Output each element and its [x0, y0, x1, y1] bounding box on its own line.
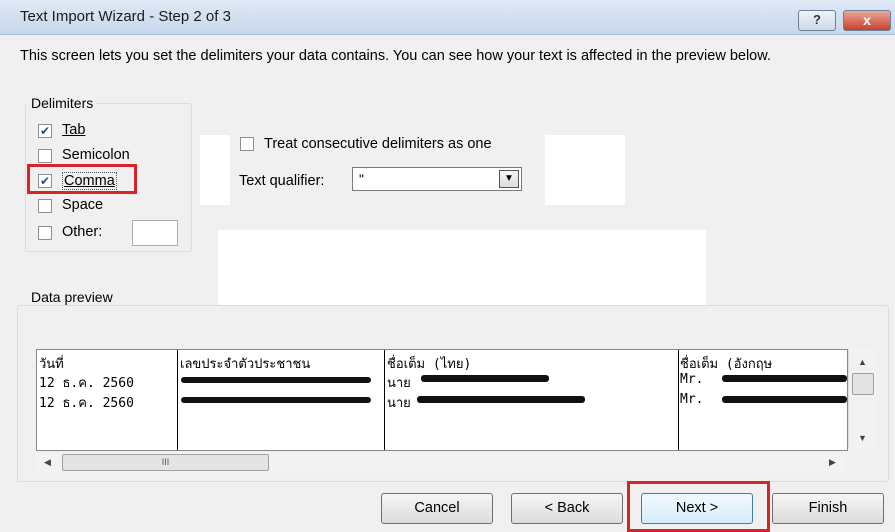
semicolon-checkbox[interactable] [38, 149, 52, 163]
cancel-button[interactable]: Cancel [381, 493, 493, 524]
scroll-right-icon[interactable]: ▶ [829, 457, 836, 468]
scroll-left-icon[interactable]: ◀ [44, 457, 51, 468]
column-separator [177, 350, 178, 450]
delimiters-label: Delimiters [28, 95, 97, 111]
redacted-english-name [722, 375, 847, 382]
back-button[interactable]: < Back [511, 493, 623, 524]
window-title: Text Import Wizard - Step 2 of 3 [20, 8, 231, 25]
column-separator [384, 350, 385, 450]
tab-checkbox[interactable]: ✔ [38, 124, 52, 138]
header-cell: ชื่อเต็ม (ไทย) [387, 357, 472, 372]
space-label[interactable]: Space [62, 197, 103, 213]
vertical-scrollbar[interactable]: ▲ ▼ [848, 349, 877, 449]
comma-label[interactable]: Comma [62, 172, 117, 190]
header-cell: เลขประจำตัวประชาชน [180, 357, 311, 372]
blank-panel-middle [218, 230, 706, 305]
other-label[interactable]: Other: [62, 224, 102, 240]
dropdown-arrow-icon[interactable]: ▼ [499, 170, 519, 188]
column-separator [678, 350, 679, 450]
row-cell: 12 ธ.ค. 2560 [39, 376, 134, 391]
help-button[interactable]: ? [798, 10, 836, 31]
check-icon: ✔ [39, 124, 51, 138]
redacted-thai-name [421, 375, 549, 382]
scroll-down-icon[interactable]: ▼ [858, 433, 867, 443]
horizontal-scrollbar[interactable]: ◀ III ▶ [36, 452, 846, 472]
row-cell: Mr. [680, 372, 704, 387]
row-cell: นาย [387, 376, 411, 391]
redacted-english-name [722, 396, 847, 403]
row-cell: นาย [387, 396, 411, 411]
data-preview-label: Data preview [28, 289, 116, 305]
text-qualifier-value: " [359, 171, 364, 187]
redacted-id [181, 377, 371, 383]
redacted-thai-name [417, 396, 585, 403]
row-cell: 12 ธ.ค. 2560 [39, 396, 134, 411]
other-checkbox[interactable] [38, 226, 52, 240]
horizontal-scroll-thumb[interactable]: III [62, 454, 269, 471]
close-button[interactable]: x [843, 10, 891, 31]
text-qualifier-label: Text qualifier: [239, 173, 325, 189]
text-qualifier-select[interactable]: " ▼ [352, 167, 522, 191]
description-text: This screen lets you set the delimiters … [20, 48, 771, 64]
data-preview-grid[interactable]: วันที่ เลขประจำตัวประชาชน ชื่อเต็ม (ไทย)… [36, 349, 848, 451]
header-cell: ชื่อเต็ม (อังกฤษ [680, 357, 773, 372]
other-input[interactable] [132, 220, 178, 246]
vertical-scroll-thumb[interactable] [852, 373, 874, 395]
comma-checkbox[interactable]: ✔ [38, 174, 52, 188]
check-icon: ✔ [39, 174, 51, 188]
scroll-up-icon[interactable]: ▲ [858, 357, 867, 367]
next-button[interactable]: Next > [641, 493, 753, 524]
finish-button[interactable]: Finish [772, 493, 884, 524]
consecutive-delimiters-checkbox[interactable] [240, 137, 254, 151]
tab-label[interactable]: Tab [62, 122, 85, 138]
space-checkbox[interactable] [38, 199, 52, 213]
header-cell: วันที่ [39, 357, 64, 372]
consecutive-delimiters-label[interactable]: Treat consecutive delimiters as one [264, 136, 492, 152]
semicolon-label[interactable]: Semicolon [62, 147, 130, 163]
blank-panel-left [200, 135, 230, 205]
row-cell: Mr. [680, 392, 704, 407]
blank-panel-right [545, 135, 625, 205]
redacted-id [181, 397, 371, 403]
